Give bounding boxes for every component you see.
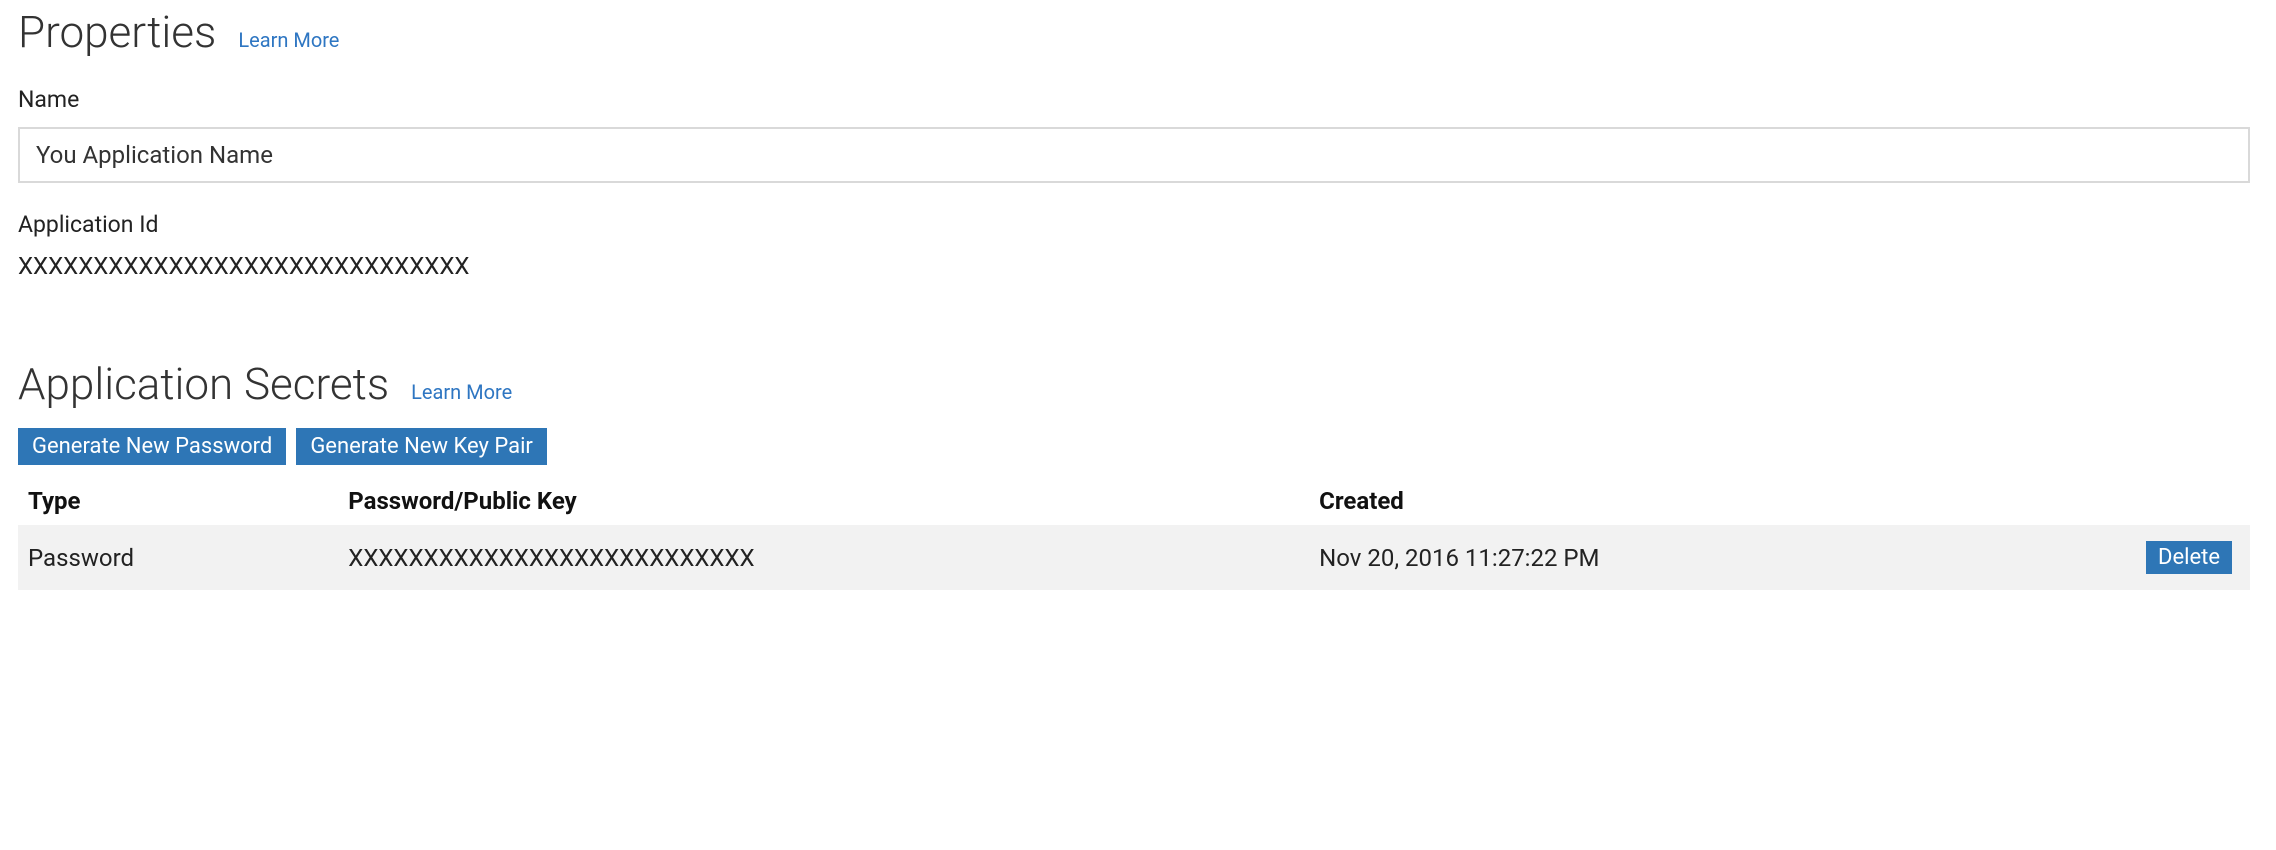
appid-label: Application Id (18, 211, 2258, 238)
col-header-key: Password/Public Key (338, 477, 1309, 525)
col-header-created: Created (1309, 477, 2080, 525)
properties-heading: Properties (18, 6, 216, 58)
secrets-button-row: Generate New Password Generate New Key P… (18, 428, 2258, 465)
table-row: Password XXXXXXXXXXXXXXXXXXXXXXXXXXX Nov… (18, 525, 2250, 590)
cell-action: Delete (2080, 525, 2250, 590)
delete-button[interactable]: Delete (2146, 541, 2232, 574)
cell-type: Password (18, 525, 338, 590)
secrets-header: Application Secrets Learn More (18, 358, 2258, 410)
name-input[interactable] (18, 127, 2250, 183)
generate-new-keypair-button[interactable]: Generate New Key Pair (296, 428, 547, 465)
generate-new-password-button[interactable]: Generate New Password (18, 428, 286, 465)
secrets-section: Application Secrets Learn More Generate … (18, 358, 2258, 590)
name-field-group: Name (18, 86, 2258, 183)
name-label: Name (18, 86, 2258, 113)
properties-header: Properties Learn More (18, 6, 2258, 58)
appid-field-group: Application Id XXXXXXXXXXXXXXXXXXXXXXXXX… (18, 211, 2258, 280)
secrets-learn-more-link[interactable]: Learn More (411, 380, 512, 404)
appid-value: XXXXXXXXXXXXXXXXXXXXXXXXXXXXXX (18, 252, 2258, 280)
cell-key: XXXXXXXXXXXXXXXXXXXXXXXXXXX (338, 525, 1309, 590)
secrets-table-header-row: Type Password/Public Key Created (18, 477, 2250, 525)
secrets-table: Type Password/Public Key Created Passwor… (18, 477, 2250, 590)
cell-created: Nov 20, 2016 11:27:22 PM (1309, 525, 2080, 590)
secrets-heading: Application Secrets (18, 358, 389, 410)
col-header-action (2080, 477, 2250, 525)
col-header-type: Type (18, 477, 338, 525)
properties-learn-more-link[interactable]: Learn More (238, 28, 339, 52)
